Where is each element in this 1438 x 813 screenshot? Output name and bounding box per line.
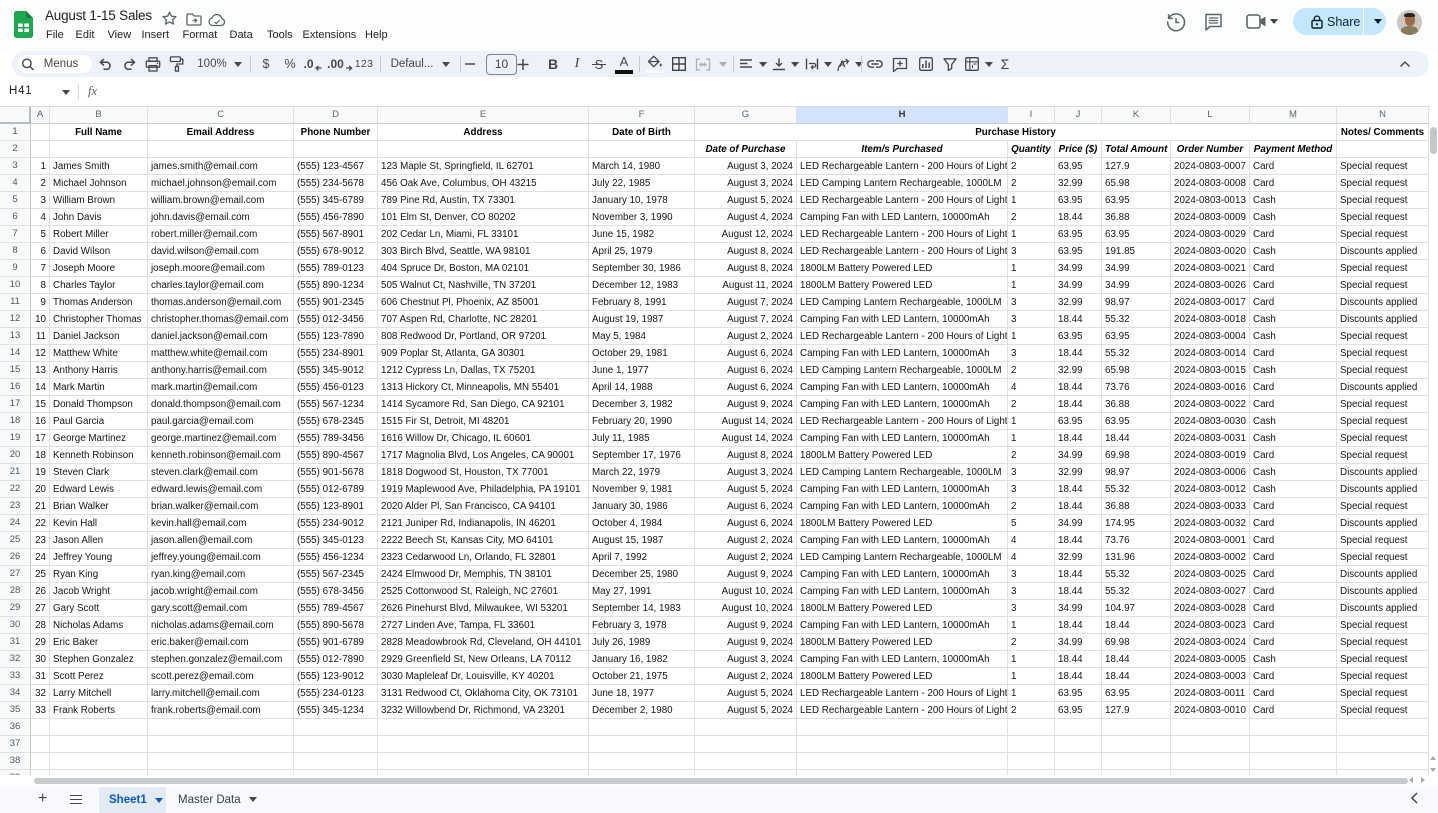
svg-text:A: A [839, 59, 846, 69]
